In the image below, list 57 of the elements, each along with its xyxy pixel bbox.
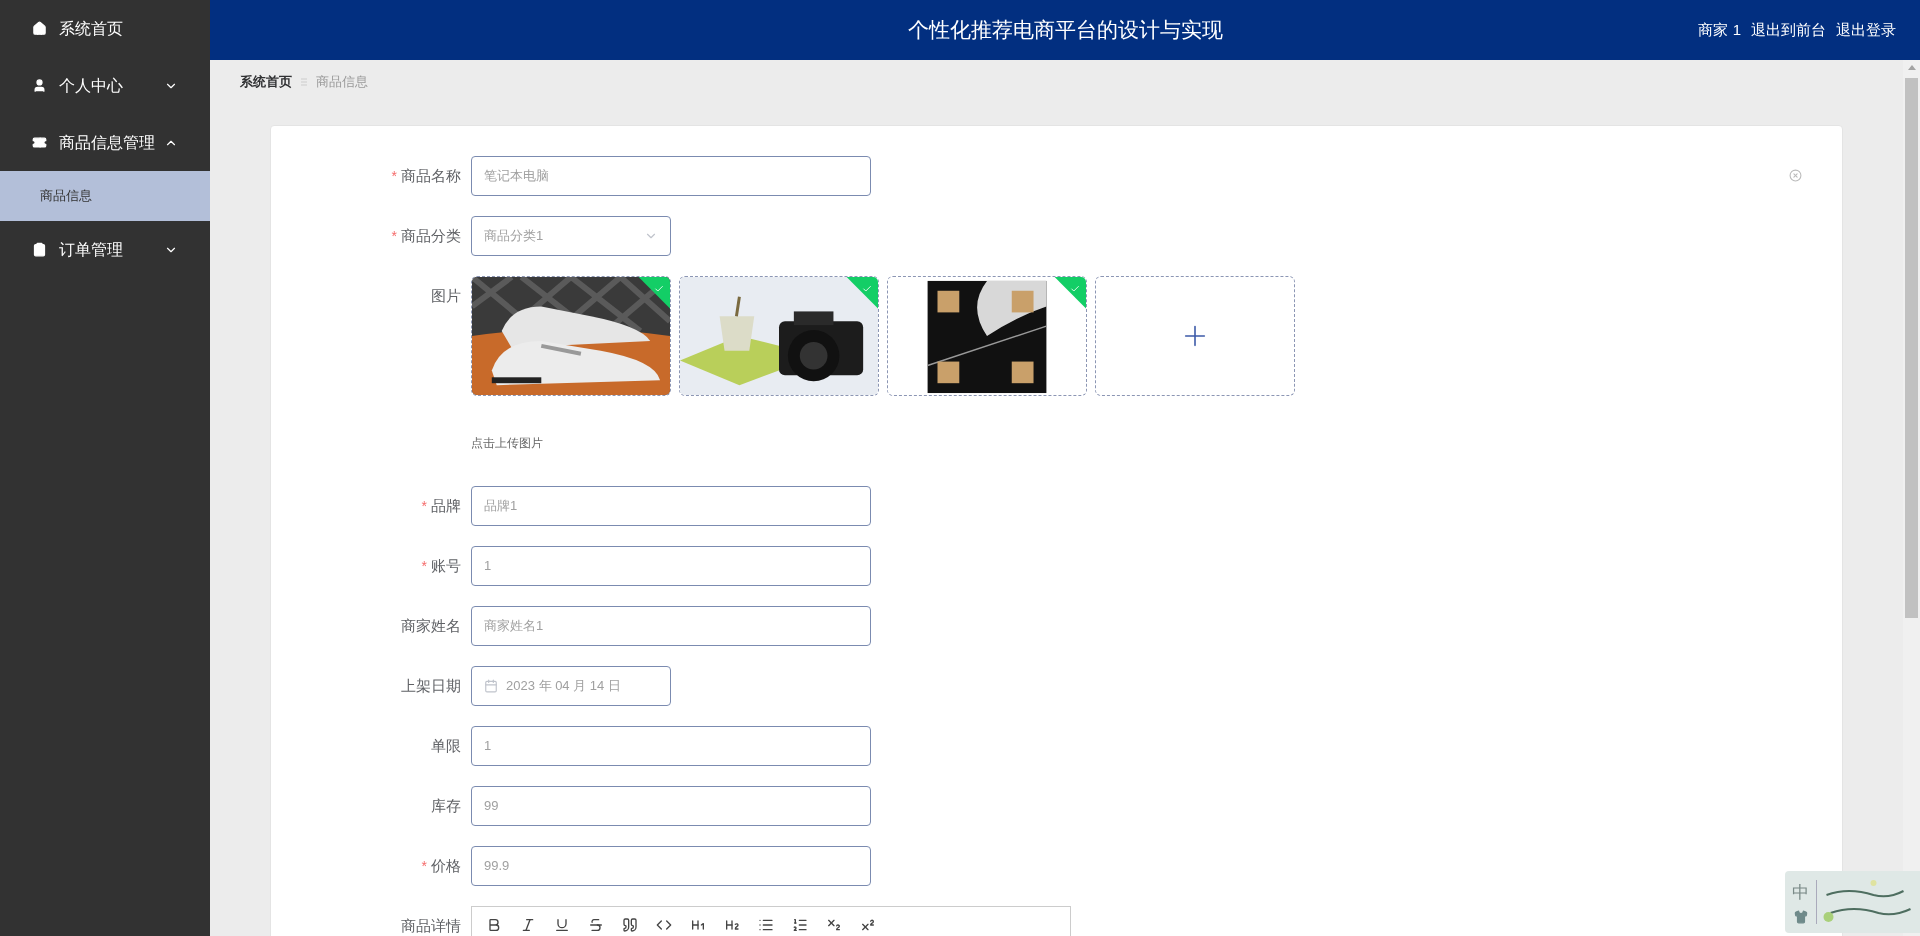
- sidebar-item[interactable]: 商品信息管理: [0, 114, 210, 171]
- select-field[interactable]: 商品分类1: [471, 216, 671, 256]
- field-label: 价格: [431, 855, 461, 876]
- sidebar-subitem[interactable]: 商品信息: [0, 171, 210, 221]
- heading-icon[interactable]: [724, 917, 740, 933]
- required-mark: *: [421, 857, 427, 876]
- input-field[interactable]: 商家姓名1: [471, 606, 871, 646]
- bold-icon[interactable]: [486, 917, 502, 933]
- user-name: 商家 1: [1698, 19, 1741, 40]
- required-mark: *: [421, 557, 427, 576]
- input-field[interactable]: 99: [471, 786, 871, 826]
- sidebar-item[interactable]: 个人中心: [0, 57, 210, 114]
- ime-widget[interactable]: 中: [1785, 871, 1920, 933]
- home-icon: [32, 21, 47, 36]
- user-icon: [32, 78, 47, 93]
- date-field[interactable]: 2023 年 04 月 14 日: [471, 666, 671, 706]
- breadcrumb-item[interactable]: 商品信息: [316, 71, 368, 92]
- input-field[interactable]: 笔记本电脑: [471, 156, 871, 196]
- scrollbar[interactable]: [1903, 60, 1920, 936]
- subscript-icon[interactable]: [826, 917, 842, 933]
- field-label: 品牌: [431, 495, 461, 516]
- input-field[interactable]: 99.9: [471, 846, 871, 886]
- field-label: 单限: [431, 735, 461, 756]
- required-mark: *: [391, 167, 397, 186]
- heading-icon[interactable]: [690, 917, 706, 933]
- numbered-list-icon[interactable]: [792, 917, 808, 933]
- superscript-icon[interactable]: [860, 917, 876, 933]
- field-label: 上架日期: [401, 675, 461, 696]
- upload-hint: 点击上传图片: [471, 435, 544, 452]
- clipboard-icon: [32, 242, 47, 257]
- ticket-icon: [32, 135, 47, 150]
- breadcrumb-item[interactable]: 系统首页: [240, 71, 292, 92]
- page-title: 个性化推荐电商平台的设计与实现: [907, 17, 1223, 44]
- list-icon[interactable]: [758, 917, 774, 933]
- field-label: 库存: [431, 795, 461, 816]
- header-link[interactable]: 退出登录: [1836, 18, 1896, 42]
- field-label: 商家姓名: [401, 615, 461, 636]
- calendar-icon: [484, 679, 498, 693]
- shirt-icon: [1793, 909, 1808, 924]
- field-label: 商品分类: [401, 225, 461, 246]
- underline-icon[interactable]: [554, 917, 570, 933]
- required-mark: *: [421, 497, 427, 516]
- sidebar-item[interactable]: 订单管理: [0, 221, 210, 278]
- code-icon[interactable]: [656, 917, 672, 933]
- input-field[interactable]: 1: [471, 546, 871, 586]
- quote-icon[interactable]: [622, 917, 638, 933]
- field-label: 商品详情: [401, 915, 461, 936]
- field-label: 商品名称: [401, 165, 461, 186]
- header-link[interactable]: 退出到前台: [1751, 18, 1826, 42]
- italic-icon[interactable]: [520, 917, 536, 933]
- input-field[interactable]: 1: [471, 726, 871, 766]
- strikethrough-icon[interactable]: [588, 917, 604, 933]
- field-label: 图片: [431, 285, 461, 306]
- sidebar-item[interactable]: 系统首页: [0, 0, 210, 57]
- input-field[interactable]: 品牌1: [471, 486, 871, 526]
- field-label: 账号: [431, 555, 461, 576]
- required-mark: *: [391, 227, 397, 246]
